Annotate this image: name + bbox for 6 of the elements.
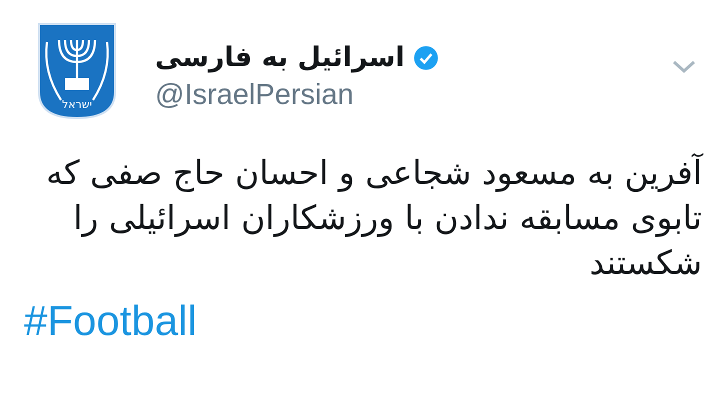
tweet-text: آفرین به مسعود شجاعی و احسان حاج صفی که تابوی مسابقه ندادن با ورزشکاران اسرائیلی را شکستند — [45, 152, 702, 284]
hashtag-link[interactable]: #Football — [24, 297, 197, 344]
emblem-logo: ישראל — [37, 22, 117, 120]
account-handle[interactable]: @IsraelPersian — [155, 79, 672, 112]
chevron-down-icon[interactable] — [672, 60, 696, 74]
account-name[interactable]: اسرائیل به فارسی — [155, 42, 405, 73]
